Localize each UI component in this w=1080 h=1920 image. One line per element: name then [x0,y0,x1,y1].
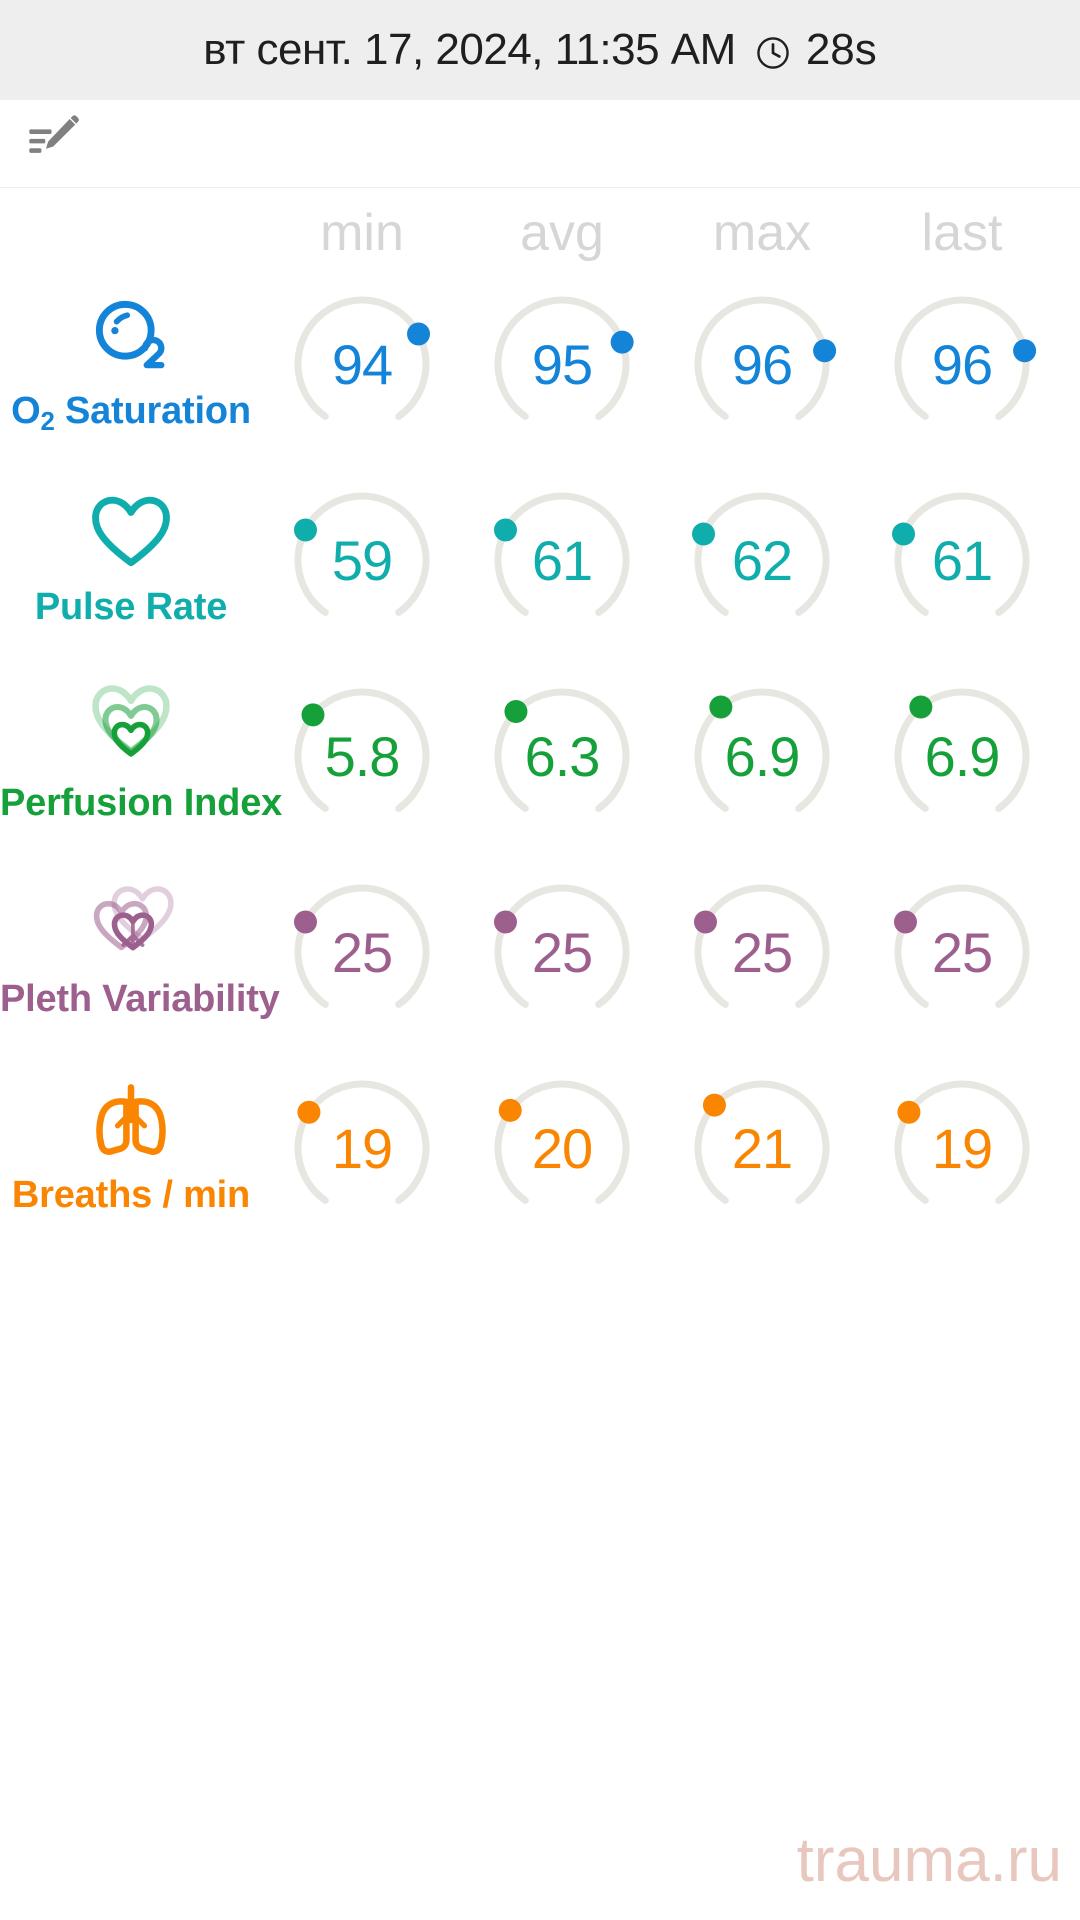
gauge-value: 20 [531,1116,593,1180]
gauge-cell-avg[interactable]: 6.3 [462,664,662,836]
vital-label-text: O2 Saturation [11,390,251,436]
gauge-dial: 6.9 [882,676,1042,836]
gauge-cell-avg[interactable]: 61 [462,468,662,640]
vital-row: Pulse Rate 59 61 62 61 [0,468,1080,664]
gauge-value: 59 [331,528,393,592]
gauge-value: 25 [331,920,393,984]
gauge-cell-avg[interactable]: 25 [462,860,662,1032]
gauge-dial: 19 [882,1068,1042,1228]
gauge-value: 5.8 [324,724,401,788]
vital-row: O2 Saturation 94 95 96 96 [0,272,1080,468]
gauge-dial: 96 [682,284,842,444]
gauge-dial: 96 [882,284,1042,444]
gauge-value: 95 [531,332,593,396]
gauge-value: 61 [531,528,593,592]
gauge-dial: 59 [282,480,442,640]
gauge-dial: 25 [882,872,1042,1032]
gauge-dial: 61 [482,480,642,640]
gauge-value: 96 [931,332,993,396]
gauge-cell-min[interactable]: 25 [262,860,462,1032]
gauge-value: 25 [531,920,593,984]
gauge-cell-last[interactable]: 25 [862,860,1062,1032]
clock-icon [754,34,792,72]
gauge-value: 19 [331,1116,393,1180]
column-header-max: max [712,204,812,262]
gauge-cell-min[interactable]: 94 [262,272,462,444]
session-datetime: вт сент. 17, 2024, 11:35 AM [203,25,736,74]
gauge-cell-last[interactable]: 6.9 [862,664,1062,836]
gauge-cell-min[interactable]: 59 [262,468,462,640]
vital-label-cell: Breaths / min [0,1056,262,1252]
gauge-cell-last[interactable]: 19 [862,1056,1062,1228]
vitals-table: min avg max last O2 Saturation 94 95 96 96 Pu… [0,188,1080,1252]
gauge-cell-max[interactable]: 96 [662,272,862,444]
gauge-dial: 95 [482,284,642,444]
gauge-dial: 25 [282,872,442,1032]
vital-row: Pleth Variability 25 25 25 25 [0,860,1080,1056]
gauge-cell-avg[interactable]: 20 [462,1056,662,1228]
edit-note-icon [24,112,82,175]
gauge-value: 25 [731,920,793,984]
gauge-dial: 6.3 [482,676,642,836]
gauge-value: 19 [931,1116,993,1180]
vital-label: Perfusion Index [0,782,283,824]
gauge-value: 61 [931,528,993,592]
gauge-cell-max[interactable]: 6.9 [662,664,862,836]
column-header-min: min [320,204,404,262]
gauge-dial: 5.8 [282,676,442,836]
gauge-value: 25 [931,920,993,984]
column-header-avg: avg [520,204,604,262]
gauge-value: 6.3 [524,724,601,788]
gauge-dial: 19 [282,1068,442,1228]
vital-row: Breaths / min 19 20 21 19 [0,1056,1080,1252]
gauge-value: 94 [331,332,393,396]
gauge-dial: 25 [482,872,642,1032]
oxygen-bubble-icon [0,290,262,382]
watermark: trauma.ru [796,1826,1062,1895]
edit-note-button[interactable] [18,109,88,179]
gauge-dial: 25 [682,872,842,1032]
gauge-cell-last[interactable]: 96 [862,272,1062,444]
gauge-cell-avg[interactable]: 95 [462,272,662,444]
gauge-value: 62 [731,528,793,592]
gauge-cell-min[interactable]: 5.8 [262,664,462,836]
gauge-dial: 94 [282,284,442,444]
overlapping-hearts-icon [0,878,262,970]
column-header-last: last [921,204,1003,262]
gauge-value: 21 [731,1116,793,1180]
lungs-icon [0,1074,262,1166]
vital-label-cell: Pleth Variability [0,860,280,1056]
column-header-row: min avg max last [0,194,1080,272]
vital-label-cell: Pulse Rate [0,468,262,664]
gauge-cell-min[interactable]: 19 [262,1056,462,1228]
gauge-cell-last[interactable]: 61 [862,468,1062,640]
session-duration: 28s [805,25,877,74]
nested-hearts-icon [0,682,262,774]
gauge-dial: 62 [682,480,842,640]
vital-label: Pleth Variability [0,978,280,1020]
header-bar: вт сент. 17, 2024, 11:35 AM 28s [0,0,1080,100]
gauge-dial: 61 [882,480,1042,640]
gauge-cell-max[interactable]: 25 [662,860,862,1032]
vital-label: O2 Saturation [0,390,262,436]
gauge-value: 6.9 [924,724,1001,788]
gauge-dial: 21 [682,1068,842,1228]
gauge-dial: 6.9 [682,676,842,836]
toolbar [0,100,1080,188]
heart-outline-icon [0,486,262,578]
gauge-value: 96 [731,332,793,396]
vital-label: Breaths / min [11,1174,251,1216]
gauge-dial: 20 [482,1068,642,1228]
vital-label-cell: Perfusion Index [0,664,283,860]
vital-label-cell: O2 Saturation [0,272,262,468]
gauge-cell-max[interactable]: 21 [662,1056,862,1228]
vital-label: Pulse Rate [34,586,228,628]
vital-row: Perfusion Index 5.8 6.3 6.9 6.9 [0,664,1080,860]
gauge-cell-max[interactable]: 62 [662,468,862,640]
gauge-value: 6.9 [724,724,801,788]
